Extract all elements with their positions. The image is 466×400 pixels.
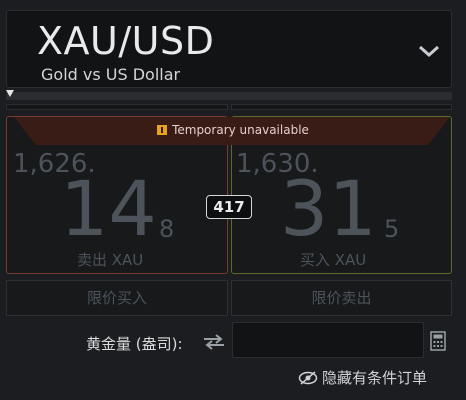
buy-label: 买入 XAU <box>300 251 367 269</box>
hide-orders-label: 隐藏有条件订单 <box>322 369 428 387</box>
sell-price-pip: 8 <box>159 215 175 243</box>
buy-limit-button[interactable]: 限价买入 <box>6 280 228 316</box>
sell-limit-button[interactable]: 限价卖出 <box>231 280 452 316</box>
symbol-selector[interactable]: XAU/USD Gold vs US Dollar <box>6 10 452 88</box>
sell-depth-bar <box>6 104 228 110</box>
eye-slash-icon <box>298 371 318 385</box>
status-message: Temporary unavailable <box>0 123 466 137</box>
spread-badge: 417 <box>206 195 252 219</box>
status-text: Temporary unavailable <box>172 123 309 137</box>
sell-price-main: 14 <box>60 164 157 253</box>
sell-label: 卖出 XAU <box>77 251 144 269</box>
swap-icon[interactable] <box>202 334 228 350</box>
buy-price-main: 31 <box>280 164 377 253</box>
hide-conditional-orders[interactable]: 隐藏有条件订单 <box>298 367 427 388</box>
buy-price-pip: 5 <box>384 215 400 243</box>
spread-slider-track <box>6 92 452 100</box>
slider-marker[interactable] <box>6 90 14 97</box>
chevron-down-icon[interactable] <box>417 39 441 63</box>
buy-depth-bar <box>231 104 452 110</box>
amount-input[interactable] <box>232 322 424 358</box>
pause-icon <box>157 125 168 135</box>
calculator-icon[interactable] <box>430 331 446 351</box>
amount-label: 黄金量 (盎司): <box>86 335 183 353</box>
symbol-title: XAU/USD <box>37 19 215 63</box>
symbol-subtitle: Gold vs US Dollar <box>41 65 181 84</box>
